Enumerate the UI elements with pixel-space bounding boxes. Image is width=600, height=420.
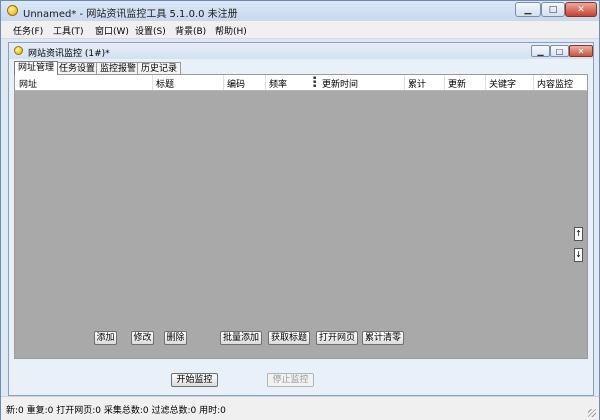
monitor-child-window: 网站资讯监控 (1#)* ▁ □ ✕ 网址管理 任务设置 监控报警 历史记录 网… <box>8 42 594 396</box>
minimize-icon: ▁ <box>537 46 544 56</box>
child-window-title: 网站资讯监控 (1#)* <box>28 49 110 59</box>
title-bar[interactable]: Unnamed* - 网站资讯监控工具 5.1.0.0 未注册 ▁ □ ✕ <box>1 1 599 21</box>
column-divider <box>223 75 224 90</box>
status-bar: 新:0 重复:0 打开网页:0 采集总数:0 过滤总数:0 用时:0 <box>1 396 599 420</box>
column-header-url[interactable]: 网址 <box>19 77 37 90</box>
column-header-updated[interactable]: 更新 <box>448 77 466 90</box>
start-monitor-button[interactable]: 开始监控 <box>171 373 218 387</box>
column-divider <box>265 75 266 90</box>
close-button[interactable]: ✕ <box>565 2 597 17</box>
column-header-frequency[interactable]: 频率 <box>269 77 287 90</box>
maximize-icon: □ <box>548 4 558 15</box>
edit-button[interactable]: 修改 <box>131 331 154 345</box>
url-grid[interactable]: 网址 标题 编码 频率 ▪ ▪ ▪ 更新时间 累计 更新 关键字 内容监控 ↑ … <box>15 75 587 358</box>
window-title: Unnamed* - 网站资讯监控工具 5.1.0.0 未注册 <box>23 9 238 20</box>
maximize-icon: □ <box>555 46 564 56</box>
move-down-button[interactable]: ↓ <box>574 248 583 262</box>
menu-window[interactable]: 窗口(W) <box>95 24 129 37</box>
add-button[interactable]: 添加 <box>94 331 117 345</box>
maximize-button[interactable]: □ <box>541 2 565 17</box>
stop-monitor-button: 停止监控 <box>267 373 314 387</box>
column-resize-grip[interactable]: ▪ ▪ ▪ <box>313 76 318 89</box>
tab-url-management[interactable]: 网址管理 <box>14 61 59 75</box>
column-header-update-time[interactable]: 更新时间 <box>322 77 358 90</box>
column-header-title[interactable]: 标题 <box>156 77 174 90</box>
close-icon: ✕ <box>577 4 585 15</box>
child-close-button[interactable]: ✕ <box>569 45 593 57</box>
child-maximize-button[interactable]: □ <box>550 45 569 57</box>
menu-help[interactable]: 帮助(H) <box>215 24 247 37</box>
grid-header: 网址 标题 编码 频率 ▪ ▪ ▪ 更新时间 累计 更新 关键字 内容监控 <box>15 75 587 91</box>
column-header-encoding[interactable]: 编码 <box>227 77 245 90</box>
child-minimize-button[interactable]: ▁ <box>531 45 550 57</box>
column-header-keyword[interactable]: 关键字 <box>489 77 516 90</box>
menu-settings[interactable]: 设置(S) <box>135 24 166 37</box>
minimize-icon: ▁ <box>524 4 532 15</box>
delete-button[interactable]: 删除 <box>164 331 187 345</box>
column-divider <box>404 75 405 90</box>
open-webpage-button[interactable]: 打开网页 <box>316 331 358 345</box>
close-icon: ✕ <box>577 46 585 56</box>
status-text: 新:0 重复:0 打开网页:0 采集总数:0 过滤总数:0 用时:0 <box>6 406 226 416</box>
arrow-up-icon: ↑ <box>575 229 582 238</box>
minimize-button[interactable]: ▁ <box>515 2 541 17</box>
column-header-total[interactable]: 累计 <box>408 77 426 90</box>
column-divider <box>485 75 486 90</box>
column-divider <box>444 75 445 90</box>
fetch-title-button[interactable]: 获取标题 <box>268 331 310 345</box>
column-divider <box>533 75 534 90</box>
column-divider <box>152 75 153 90</box>
move-up-button[interactable]: ↑ <box>574 227 583 241</box>
reset-total-button[interactable]: 累计清零 <box>362 331 404 345</box>
menu-task[interactable]: 任务(F) <box>13 24 43 37</box>
menu-bar: 任务(F) 工具(T) 窗口(W) 设置(S) 背景(B) 帮助(H) <box>1 21 599 39</box>
column-header-content-monitor[interactable]: 内容监控 <box>537 77 573 90</box>
resize-grip-icon[interactable] <box>588 409 596 417</box>
batch-add-button[interactable]: 批量添加 <box>220 331 262 345</box>
app-icon <box>7 5 18 16</box>
arrow-down-icon: ↓ <box>575 250 582 259</box>
url-management-panel: 网址 标题 编码 频率 ▪ ▪ ▪ 更新时间 累计 更新 关键字 内容监控 ↑ … <box>14 74 588 359</box>
child-title-bar[interactable]: 网站资讯监控 (1#)* ▁ □ ✕ <box>9 43 593 59</box>
menu-tools[interactable]: 工具(T) <box>53 24 84 37</box>
app-window: Unnamed* - 网站资讯监控工具 5.1.0.0 未注册 ▁ □ ✕ 任务… <box>0 0 600 420</box>
menu-background[interactable]: 背景(B) <box>175 24 206 37</box>
child-app-icon <box>14 46 23 55</box>
